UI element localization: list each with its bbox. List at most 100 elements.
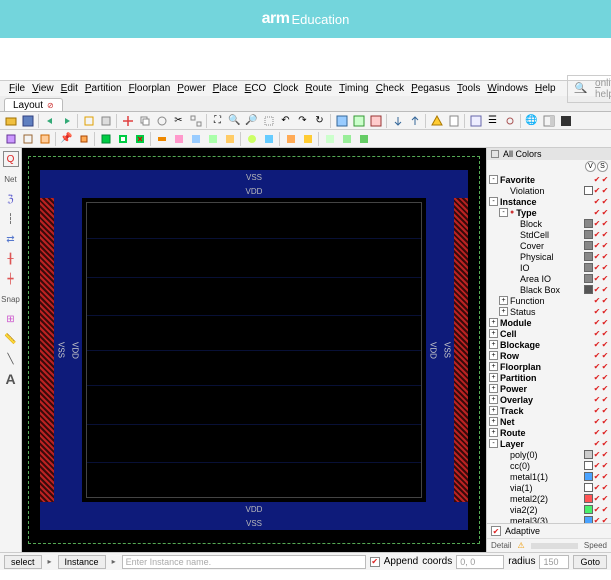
visibility-check[interactable]: ✔ bbox=[601, 296, 609, 305]
visibility-check[interactable]: ✔ bbox=[593, 329, 601, 338]
color-swatch[interactable] bbox=[584, 219, 593, 228]
visibility-check[interactable]: ✔ bbox=[593, 186, 601, 195]
tree-row[interactable]: via(1)✔✔ bbox=[489, 482, 609, 493]
t2-icon[interactable] bbox=[322, 131, 337, 146]
visibility-check[interactable]: ✔ bbox=[593, 197, 601, 206]
tree-row[interactable]: +Partition✔✔ bbox=[489, 372, 609, 383]
visibility-check[interactable]: ✔ bbox=[601, 384, 609, 393]
menu-place[interactable]: Place bbox=[210, 82, 241, 95]
visibility-check[interactable]: ✔ bbox=[601, 197, 609, 206]
menu-view[interactable]: View bbox=[29, 82, 57, 95]
cut-icon[interactable]: ✂ bbox=[171, 113, 186, 128]
console-icon[interactable] bbox=[558, 113, 573, 128]
tree-row[interactable]: cc(0)✔✔ bbox=[489, 460, 609, 471]
drc-clear-icon[interactable] bbox=[132, 131, 147, 146]
drc-browser-icon[interactable] bbox=[115, 131, 130, 146]
menu-route[interactable]: Route bbox=[302, 82, 335, 95]
visibility-check[interactable]: ✔ bbox=[593, 252, 601, 261]
expand-icon[interactable]: + bbox=[489, 417, 498, 426]
goto-button[interactable]: Goto bbox=[573, 555, 607, 569]
select-mode-button[interactable]: select bbox=[4, 555, 42, 569]
visibility-check[interactable]: ✔ bbox=[593, 175, 601, 184]
tree-row[interactable]: Black Box✔✔ bbox=[489, 284, 609, 295]
visibility-check[interactable]: ✔ bbox=[601, 472, 609, 481]
move-icon[interactable] bbox=[120, 113, 135, 128]
ungroup-icon[interactable] bbox=[188, 113, 203, 128]
visibility-check[interactable]: ✔ bbox=[601, 318, 609, 327]
menu-windows[interactable]: Windows bbox=[484, 82, 531, 95]
tree-row[interactable]: +Cell✔✔ bbox=[489, 328, 609, 339]
t2-icon[interactable] bbox=[3, 131, 18, 146]
menu-tools[interactable]: Tools bbox=[454, 82, 483, 95]
text-tool[interactable]: A bbox=[3, 371, 19, 387]
browser-icon[interactable] bbox=[468, 113, 483, 128]
visibility-check[interactable]: ✔ bbox=[593, 296, 601, 305]
color-swatch[interactable] bbox=[584, 505, 593, 514]
coords-field[interactable]: 0, 0 bbox=[456, 555, 504, 569]
menu-clock[interactable]: Clock bbox=[270, 82, 301, 95]
design-icon[interactable] bbox=[81, 113, 96, 128]
layer-panel-header[interactable]: All Colors bbox=[487, 148, 611, 160]
layout-canvas[interactable]: VSS VDD VDD VSS VSS VDD VDD VSS bbox=[22, 148, 486, 552]
visibility-check[interactable]: ✔ bbox=[593, 285, 601, 294]
expand-icon[interactable]: + bbox=[489, 329, 498, 338]
visibility-check[interactable]: ✔ bbox=[601, 186, 609, 195]
expand-icon[interactable]: + bbox=[489, 340, 498, 349]
t2-icon[interactable] bbox=[154, 131, 169, 146]
expand-icon[interactable]: + bbox=[489, 351, 498, 360]
color-swatch[interactable] bbox=[584, 285, 593, 294]
tree-row[interactable]: Physical✔✔ bbox=[489, 251, 609, 262]
expand-icon[interactable]: + bbox=[499, 296, 508, 305]
visibility-check[interactable]: ✔ bbox=[593, 494, 601, 503]
visibility-check[interactable]: ✔ bbox=[593, 483, 601, 492]
visibility-check[interactable]: ✔ bbox=[593, 318, 601, 327]
visibility-check[interactable]: ✔ bbox=[593, 406, 601, 415]
visibility-check[interactable]: ✔ bbox=[593, 472, 601, 481]
expand-icon[interactable]: + bbox=[489, 384, 498, 393]
visibility-check[interactable]: ✔ bbox=[593, 505, 601, 514]
visibility-check[interactable]: ✔ bbox=[593, 241, 601, 250]
tree-row[interactable]: metal2(2)✔✔ bbox=[489, 493, 609, 504]
visibility-check[interactable]: ✔ bbox=[593, 450, 601, 459]
halo-icon[interactable] bbox=[76, 131, 91, 146]
path-icon[interactable]: ⇄ bbox=[3, 231, 19, 247]
menu-file[interactable]: File bbox=[6, 82, 28, 95]
vline-icon[interactable]: ┆ bbox=[3, 211, 19, 227]
visibility-check[interactable]: ✔ bbox=[593, 230, 601, 239]
cross-icon[interactable]: ┿ bbox=[3, 271, 19, 287]
schematic-icon[interactable] bbox=[502, 113, 517, 128]
zoom-fit-icon[interactable]: ⛶ bbox=[210, 113, 225, 128]
color-swatch[interactable] bbox=[584, 241, 593, 250]
tree-row[interactable]: Block✔✔ bbox=[489, 218, 609, 229]
tree-row[interactable]: -Layer✔✔ bbox=[489, 438, 609, 449]
visibility-check[interactable]: ✔ bbox=[601, 219, 609, 228]
visibility-check[interactable]: ✔ bbox=[593, 219, 601, 228]
t2-icon[interactable] bbox=[339, 131, 354, 146]
tree-row[interactable]: +Floorplan✔✔ bbox=[489, 361, 609, 372]
expand-icon[interactable]: + bbox=[489, 428, 498, 437]
view-tab-s[interactable]: S bbox=[597, 161, 608, 172]
instance-name-input[interactable]: Enter Instance name. bbox=[122, 555, 366, 569]
visibility-check[interactable]: ✔ bbox=[601, 406, 609, 415]
close-icon[interactable]: ⊘ bbox=[47, 101, 54, 110]
color-swatch[interactable] bbox=[584, 274, 593, 283]
visibility-check[interactable]: ✔ bbox=[593, 263, 601, 272]
expand-icon[interactable]: + bbox=[489, 362, 498, 371]
visibility-check[interactable]: ✔ bbox=[601, 307, 609, 316]
visibility-check[interactable]: ✔ bbox=[593, 307, 601, 316]
report-icon[interactable] bbox=[446, 113, 461, 128]
visibility-check[interactable]: ✔ bbox=[601, 208, 609, 217]
expand-icon[interactable]: - bbox=[499, 208, 508, 217]
detail-slider[interactable] bbox=[531, 543, 578, 549]
zoom-prev-icon[interactable]: ↶ bbox=[278, 113, 293, 128]
radius-field[interactable]: 150 bbox=[539, 555, 569, 569]
tree-row[interactable]: +Function✔✔ bbox=[489, 295, 609, 306]
tree-row[interactable]: +Route✔✔ bbox=[489, 427, 609, 438]
chevron-icon[interactable]: ▸ bbox=[46, 557, 54, 566]
tree-row[interactable]: +Status✔✔ bbox=[489, 306, 609, 317]
color-swatch[interactable] bbox=[584, 516, 593, 523]
visibility-check[interactable]: ✔ bbox=[593, 351, 601, 360]
t2-icon[interactable] bbox=[222, 131, 237, 146]
visibility-check[interactable]: ✔ bbox=[593, 373, 601, 382]
tree-row[interactable]: +Net✔✔ bbox=[489, 416, 609, 427]
